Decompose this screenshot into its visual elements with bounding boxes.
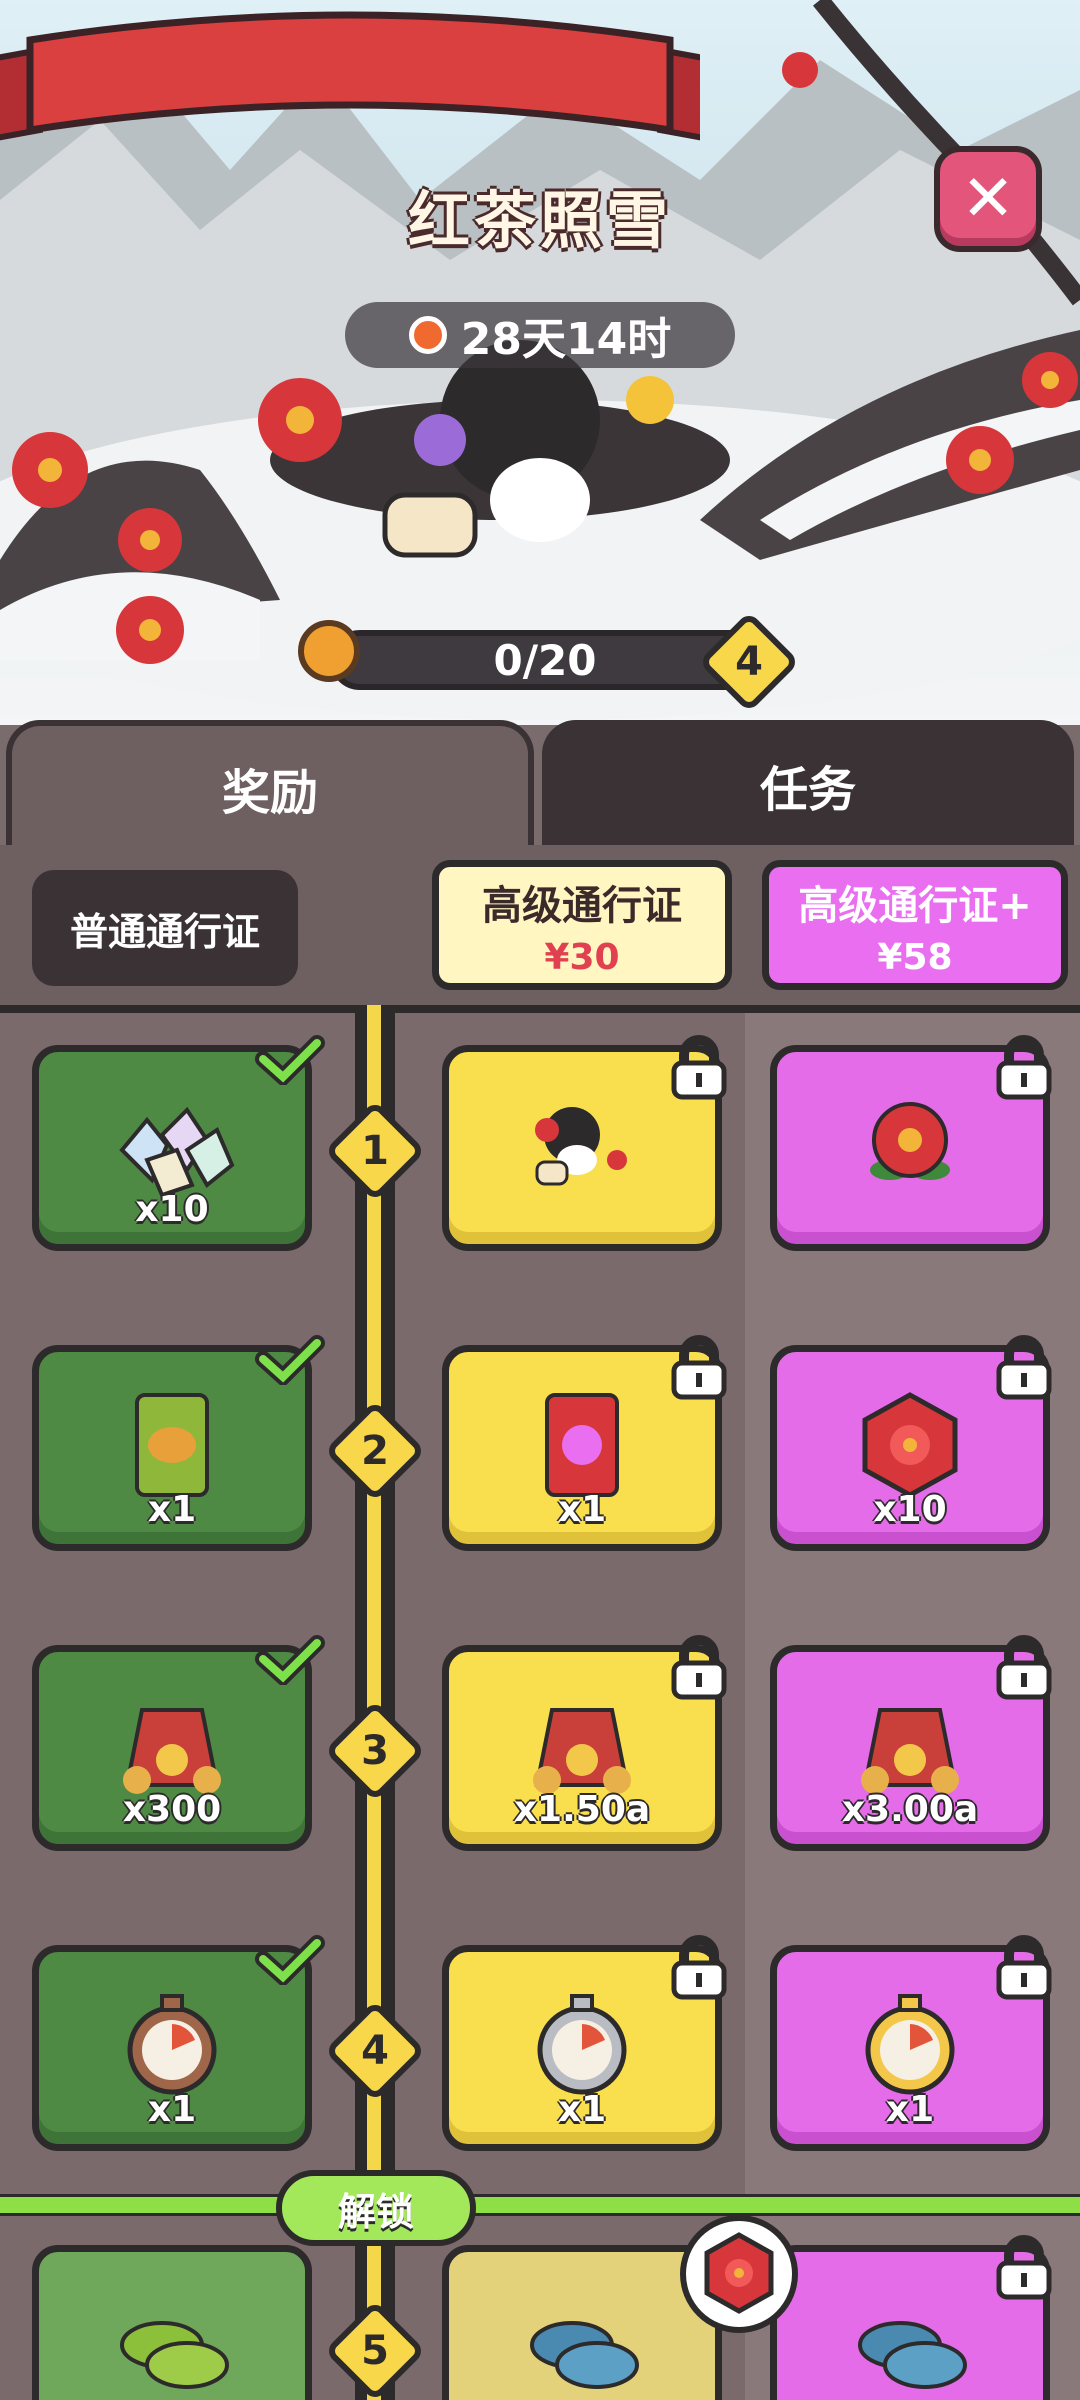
reward-list[interactable]: x10 1 x1 2 x1 x10 x300 3 x1.50a x3.00a x… xyxy=(0,1005,1080,2400)
gold-sack-icon xyxy=(861,1708,959,1794)
seed-pack-green-icon xyxy=(135,1393,209,1497)
blue-coin-stack-icon xyxy=(858,2321,967,2389)
tab-tasks[interactable]: 任务 xyxy=(542,720,1074,850)
flower-token-icon xyxy=(298,620,360,682)
reward-amount: x1 xyxy=(147,1489,197,1530)
free-pass-label: 普通通行证 xyxy=(32,870,298,986)
event-timer: 28天14时 xyxy=(345,302,735,368)
lock-icon xyxy=(996,1935,1052,2000)
reward-amount: x1 xyxy=(885,2089,935,2130)
list-top-divider xyxy=(0,1005,1080,1013)
lock-icon xyxy=(671,1335,727,1400)
level-badge-3: 3 xyxy=(324,1700,426,1802)
premium-pass-label: 高级通行证 xyxy=(482,882,682,929)
crystal-shards-icon xyxy=(119,1106,235,1198)
close-icon: ✕ xyxy=(961,162,1015,236)
stopwatch-gold-icon xyxy=(865,1994,955,2095)
timer-text: 28天14时 xyxy=(460,314,672,365)
clock-icon xyxy=(408,316,447,354)
current-progress-marker xyxy=(680,2215,798,2333)
tab-rewards[interactable]: 奖励 xyxy=(6,720,534,850)
premium-pass-button[interactable]: 高级通行证 ¥30 xyxy=(432,860,732,990)
lock-icon xyxy=(671,1035,727,1100)
reward-amount: x1 xyxy=(147,2089,197,2130)
lock-icon xyxy=(996,2235,1052,2300)
lock-icon xyxy=(671,1635,727,1700)
stopwatch-bronze-icon xyxy=(127,1994,217,2095)
reward-amount: x10 xyxy=(135,1189,209,1230)
event-title: 红茶照雪 xyxy=(407,184,672,257)
reward-amount: x300 xyxy=(122,1789,222,1830)
lock-icon xyxy=(996,1635,1052,1700)
claimed-check-icon xyxy=(255,1035,325,1085)
green-coin-stack-icon xyxy=(120,2321,229,2389)
claimed-check-icon xyxy=(255,1335,325,1385)
claimed-check-icon xyxy=(255,1935,325,1985)
title-ribbon xyxy=(0,11,700,141)
reward-amount: x10 xyxy=(873,1489,947,1530)
character-skin-icon xyxy=(535,1107,627,1186)
unlock-button[interactable]: 解锁 xyxy=(276,2170,476,2246)
level-badge-2: 2 xyxy=(324,1400,426,1502)
level-badge-4: 4 xyxy=(324,2000,426,2102)
progress-text: 0/20 xyxy=(493,635,597,685)
flower-hexagon-token-icon xyxy=(704,2232,774,2314)
seed-pack-red-icon xyxy=(545,1393,619,1497)
reward-amount: x3.00a xyxy=(841,1789,979,1830)
event-header: 红茶照雪 ✕ 28天14时 0/20 4 xyxy=(0,0,1080,725)
level-badge-5: 5 xyxy=(324,2300,426,2400)
red-flower-icon xyxy=(870,1102,950,1180)
pass-progress-bar: 0/20 xyxy=(330,630,760,690)
gold-sack-icon xyxy=(123,1708,221,1794)
claimed-check-icon xyxy=(255,1635,325,1685)
blue-coin-stack-icon xyxy=(530,2321,639,2389)
level-badge-1: 1 xyxy=(324,1100,426,1202)
tab-bar: 奖励 任务 xyxy=(0,720,1080,850)
free-reward-tier-5[interactable] xyxy=(32,2245,312,2400)
stopwatch-silver-icon xyxy=(537,1994,627,2095)
unlock-divider xyxy=(0,2194,1080,2216)
premium-plus-pass-price: ¥58 xyxy=(877,936,953,978)
premium-plus-pass-label: 高级通行证+ xyxy=(798,882,1032,929)
close-button[interactable]: ✕ xyxy=(934,146,1042,252)
lock-icon xyxy=(671,1935,727,2000)
reward-amount: x1.50a xyxy=(513,1789,651,1830)
gold-sack-icon xyxy=(533,1708,631,1794)
flower-hexagon-token-icon xyxy=(862,1392,958,1498)
lock-icon xyxy=(996,1035,1052,1100)
reward-amount: x1 xyxy=(557,1489,607,1530)
lock-icon xyxy=(996,1335,1052,1400)
premium-plus-pass-button[interactable]: 高级通行证+ ¥58 xyxy=(762,860,1068,990)
premium-pass-price: ¥30 xyxy=(544,936,620,978)
reward-amount: x1 xyxy=(557,2089,607,2130)
